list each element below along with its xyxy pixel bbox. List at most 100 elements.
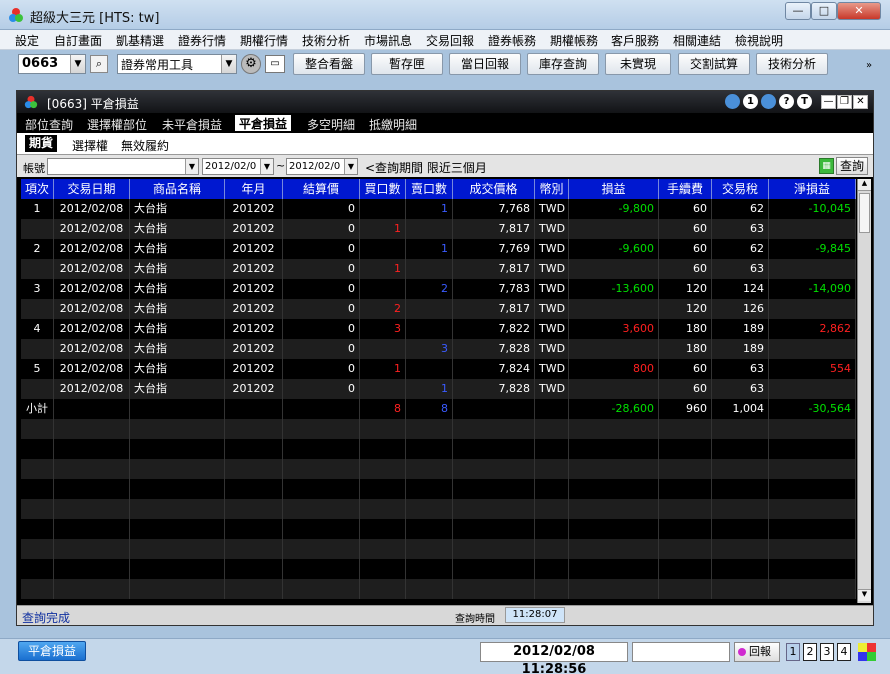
table-row[interactable]: 3 2012/02/08 大台指 201202 0 2 7,783 TWD -13,600 120… bbox=[21, 279, 856, 299]
code-combo[interactable]: 0663 ▼ bbox=[18, 54, 86, 74]
tab-futures[interactable]: 期貨 bbox=[25, 135, 58, 152]
settlement-trial-button[interactable]: 交割試算 bbox=[678, 53, 750, 75]
table-row[interactable]: 2012/02/08 大台指 201202 0 2 7,817 TWD 120 126 bbox=[21, 299, 856, 319]
chevron-down-icon[interactable]: ▼ bbox=[344, 159, 357, 174]
cell-settle: 0 bbox=[283, 359, 360, 379]
table-row[interactable]: 4 2012/02/08 大台指 201202 0 3 7,822 TWD 3,600 180 18… bbox=[21, 319, 856, 339]
chevron-down-icon[interactable]: ▼ bbox=[70, 55, 85, 73]
table-row[interactable]: 2 2012/02/08 大台指 201202 0 1 7,769 TWD -9,600 60 62… bbox=[21, 239, 856, 259]
temp-storage-button[interactable]: 暫存匣 bbox=[371, 53, 443, 75]
menu-item-links[interactable]: 相關連結 bbox=[673, 32, 721, 49]
inner-close-button[interactable]: ✕ bbox=[853, 95, 868, 109]
tab-options-position[interactable]: 選擇權部位 bbox=[87, 116, 147, 133]
tab-options[interactable]: 選擇權 bbox=[72, 137, 108, 154]
scroll-thumb[interactable] bbox=[859, 193, 870, 233]
menu-item-customer-service[interactable]: 客戶服務 bbox=[611, 32, 659, 49]
chevron-down-icon[interactable]: ▼ bbox=[260, 159, 273, 174]
col-header-no[interactable]: 項次 bbox=[21, 179, 54, 199]
table-row[interactable]: 2012/02/08 大台指 201202 0 3 7,828 TWD 180 189 bbox=[21, 339, 856, 359]
maximize-button[interactable]: □ bbox=[811, 2, 837, 20]
col-header-sell-lots[interactable]: 賣口數 bbox=[406, 179, 453, 199]
menu-item-futures-quotes[interactable]: 期權行情 bbox=[240, 32, 288, 49]
search-icon[interactable]: ⌕ bbox=[90, 55, 108, 73]
help-circle-button[interactable]: ? bbox=[779, 94, 794, 109]
info-circle-button[interactable]: 1 bbox=[743, 94, 758, 109]
menu-item-settings[interactable]: 設定 bbox=[15, 32, 39, 49]
scroll-up-icon[interactable]: ▲ bbox=[858, 179, 871, 191]
page-2-button[interactable]: 2 bbox=[803, 643, 817, 661]
vertical-scrollbar[interactable]: ▲ ▼ bbox=[857, 179, 871, 603]
table-row[interactable]: 2012/02/08 大台指 201202 0 1 7,828 TWD 60 63 bbox=[21, 379, 856, 399]
date-from-combo[interactable]: 2012/02/0 ▼ bbox=[202, 158, 274, 175]
page-4-button[interactable]: 4 bbox=[837, 643, 851, 661]
empty-cell bbox=[406, 439, 453, 459]
menu-item-kgi-select[interactable]: 凱基精選 bbox=[116, 32, 164, 49]
print-icon[interactable] bbox=[761, 94, 776, 109]
table-row[interactable]: 2012/02/08 大台指 201202 0 1 7,817 TWD 60 63 bbox=[21, 259, 856, 279]
chevron-down-icon[interactable]: ▼ bbox=[185, 159, 198, 174]
col-header-fee[interactable]: 手續費 bbox=[659, 179, 712, 199]
col-header-net-pl[interactable]: 淨損益 bbox=[769, 179, 856, 199]
new-window-icon[interactable]: ▭ bbox=[265, 55, 285, 73]
close-button[interactable]: ✕ bbox=[837, 2, 881, 20]
excel-export-icon[interactable]: ▦ bbox=[819, 158, 834, 174]
page-3-button[interactable]: 3 bbox=[820, 643, 834, 661]
scroll-down-icon[interactable]: ▼ bbox=[858, 589, 871, 601]
tab-open-pl[interactable]: 未平倉損益 bbox=[162, 116, 222, 133]
topmost-circle-button[interactable]: T bbox=[797, 94, 812, 109]
table-row[interactable]: 5 2012/02/08 大台指 201202 0 1 7,824 TWD 800 60 63 554 bbox=[21, 359, 856, 379]
subtotal-row[interactable]: 小計 8 8 -28,600 960 1,004 -30,564 bbox=[21, 399, 856, 419]
unrealized-button[interactable]: 未實現 bbox=[605, 53, 671, 75]
menu-item-technical[interactable]: 技術分析 bbox=[302, 32, 350, 49]
cell-name: 大台指 bbox=[130, 299, 225, 319]
expand-chevron-icon[interactable]: » bbox=[866, 60, 872, 71]
grid-layout-icon[interactable] bbox=[858, 643, 876, 661]
col-header-date[interactable]: 交易日期 bbox=[54, 179, 130, 199]
chevron-down-icon[interactable]: ▼ bbox=[221, 55, 236, 73]
empty-cell bbox=[225, 439, 283, 459]
tab-closed-pl[interactable]: 平倉損益 bbox=[235, 115, 292, 131]
table-row[interactable]: 1 2012/02/08 大台指 201202 0 1 7,768 TWD -9,800 60 62… bbox=[21, 199, 856, 219]
page-1-button[interactable]: 1 bbox=[786, 643, 800, 661]
cell-ym: 201202 bbox=[225, 299, 283, 319]
link-icon[interactable] bbox=[725, 94, 740, 109]
tab-invalid-exercise[interactable]: 無效履約 bbox=[121, 137, 169, 154]
col-header-tax[interactable]: 交易稅 bbox=[712, 179, 769, 199]
empty-cell bbox=[453, 419, 535, 439]
tab-long-short-detail[interactable]: 多空明細 bbox=[307, 116, 355, 133]
tab-collateral-detail[interactable]: 抵繳明細 bbox=[369, 116, 417, 133]
daily-report-button[interactable]: 當日回報 bbox=[449, 53, 521, 75]
col-header-product[interactable]: 商品名稱 bbox=[130, 179, 225, 199]
query-button[interactable]: 查詢 bbox=[836, 157, 868, 175]
col-header-pl[interactable]: 損益 bbox=[569, 179, 659, 199]
menu-item-stock-quotes[interactable]: 證券行情 bbox=[178, 32, 226, 49]
integrated-view-button[interactable]: 整合看盤 bbox=[293, 53, 365, 75]
menu-item-custom-screen[interactable]: 自訂畫面 bbox=[54, 32, 102, 49]
tab-position-query[interactable]: 部位查詢 bbox=[25, 116, 73, 133]
taskbar-closed-pl-button[interactable]: 平倉損益 bbox=[18, 641, 86, 661]
menu-item-trade-report[interactable]: 交易回報 bbox=[426, 32, 474, 49]
minimize-button[interactable]: — bbox=[785, 2, 811, 20]
menu-item-futures-account[interactable]: 期權帳務 bbox=[550, 32, 598, 49]
tool-select-combo[interactable]: 證券常用工具 ▼ bbox=[117, 54, 237, 74]
menu-item-stock-account[interactable]: 證券帳務 bbox=[488, 32, 536, 49]
account-combo[interactable]: ▼ bbox=[47, 158, 199, 175]
report-button[interactable]: 回報 bbox=[734, 642, 780, 662]
menu-item-help[interactable]: 檢視說明 bbox=[735, 32, 783, 49]
inventory-query-button[interactable]: 庫存查詢 bbox=[527, 53, 599, 75]
col-header-price[interactable]: 成交價格 bbox=[453, 179, 535, 199]
table-row[interactable]: 2012/02/08 大台指 201202 0 1 7,817 TWD 60 63 bbox=[21, 219, 856, 239]
gear-icon[interactable]: ⚙ bbox=[241, 54, 261, 74]
col-header-buy-lots[interactable]: 買口數 bbox=[360, 179, 406, 199]
col-header-currency[interactable]: 幣別 bbox=[535, 179, 569, 199]
inner-minimize-button[interactable]: — bbox=[821, 95, 836, 109]
col-header-settle-price[interactable]: 結算價 bbox=[283, 179, 360, 199]
col-header-year-month[interactable]: 年月 bbox=[225, 179, 283, 199]
menu-item-market-news[interactable]: 市場訊息 bbox=[364, 32, 412, 49]
date-to-combo[interactable]: 2012/02/0 ▼ bbox=[286, 158, 358, 175]
cell-buy: 8 bbox=[360, 399, 406, 419]
technical-analysis-button[interactable]: 技術分析 bbox=[756, 53, 828, 75]
inner-restore-button[interactable]: ❐ bbox=[837, 95, 852, 109]
cell-cur: TWD bbox=[535, 359, 569, 379]
empty-cell bbox=[360, 499, 406, 519]
